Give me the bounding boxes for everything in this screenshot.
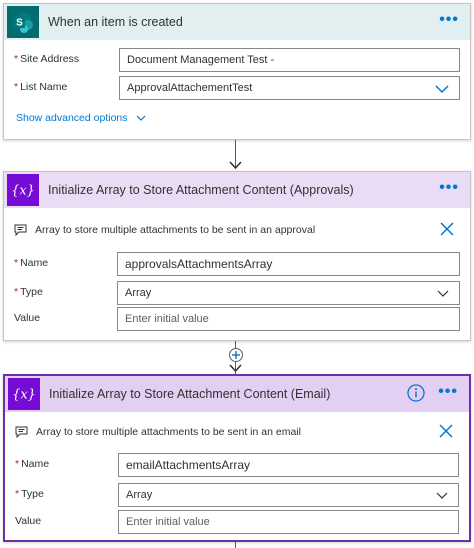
approvals-name-label: * Name — [14, 257, 49, 269]
approvals-array-card[interactable]: {x} Initialize Array to Store Attachment… — [3, 171, 471, 341]
svg-text:{x}: {x} — [11, 184, 35, 199]
add-step-icon[interactable] — [229, 348, 243, 362]
email-name-input[interactable]: emailAttachmentsArray — [118, 453, 459, 477]
email-name-row: * Name emailAttachmentsArray — [15, 453, 459, 477]
arrow-down-icon — [229, 364, 242, 373]
email-type-label: * Type — [15, 488, 44, 500]
site-address-input[interactable]: Document Management Test - — [119, 48, 460, 72]
close-icon[interactable] — [439, 424, 453, 438]
chevron-down-icon[interactable] — [436, 492, 448, 500]
email-value-row: Value Enter initial value — [15, 510, 459, 534]
site-address-row: * Site Address Document Management Test - — [14, 48, 460, 72]
list-name-row: * List Name ApprovalAttachementTest — [14, 76, 460, 100]
svg-text:S: S — [16, 18, 23, 29]
arrow-down-icon — [229, 161, 242, 170]
comment-icon — [15, 426, 28, 438]
comment-icon — [14, 224, 27, 236]
email-value-label: Value — [15, 515, 42, 527]
more-options-icon[interactable]: ••• — [438, 384, 458, 400]
approvals-name-input[interactable]: approvalsAttachmentsArray — [117, 252, 460, 276]
email-type-value: Array — [126, 489, 153, 501]
trigger-title: When an item is created — [48, 15, 183, 29]
approvals-value-placeholder: Enter initial value — [125, 313, 209, 325]
email-comment-row: Array to store multiple attachments to b… — [15, 421, 459, 443]
approvals-name-value: approvalsAttachmentsArray — [125, 257, 273, 271]
chevron-down-icon[interactable] — [437, 290, 449, 298]
approvals-type-value: Array — [125, 287, 152, 299]
email-type-row: * Type Array — [15, 483, 459, 507]
show-advanced-options-label: Show advanced options — [16, 112, 128, 124]
email-title: Initialize Array to Store Attachment Con… — [49, 387, 331, 401]
approvals-type-row: * Type Array — [14, 281, 460, 305]
approvals-title: Initialize Array to Store Attachment Con… — [48, 183, 354, 197]
approvals-type-label: * Type — [14, 286, 43, 298]
more-options-icon[interactable]: ••• — [439, 12, 459, 28]
info-icon[interactable] — [407, 384, 425, 402]
chevron-down-icon — [136, 115, 145, 121]
site-address-value: Document Management Test - — [127, 54, 275, 66]
approvals-value-input[interactable]: Enter initial value — [117, 307, 460, 331]
email-value-input[interactable]: Enter initial value — [118, 510, 459, 534]
approvals-comment-row: Array to store multiple attachments to b… — [14, 219, 460, 241]
email-header[interactable]: {x} Initialize Array to Store Attachment… — [5, 376, 469, 412]
show-advanced-options-link[interactable]: Show advanced options — [16, 112, 146, 124]
more-options-icon[interactable]: ••• — [439, 180, 459, 196]
connector-line — [235, 542, 236, 548]
chevron-down-icon[interactable] — [435, 84, 449, 94]
list-name-value: ApprovalAttachementTest — [127, 82, 253, 94]
approvals-comment-text[interactable]: Array to store multiple attachments to b… — [35, 224, 315, 236]
approvals-value-row: Value Enter initial value — [14, 307, 460, 331]
site-address-label: * Site Address — [14, 53, 80, 65]
email-name-label: * Name — [15, 458, 50, 470]
email-type-dropdown[interactable]: Array — [118, 483, 459, 507]
email-value-placeholder: Enter initial value — [126, 516, 210, 528]
variable-icon: {x} — [8, 378, 40, 410]
svg-text:{x}: {x} — [12, 388, 36, 403]
email-name-value: emailAttachmentsArray — [126, 458, 251, 472]
approvals-type-dropdown[interactable]: Array — [117, 281, 460, 305]
close-icon[interactable] — [440, 222, 454, 236]
approvals-name-row: * Name approvalsAttachmentsArray — [14, 252, 460, 276]
trigger-card[interactable]: S When an item is created ••• * Site Addr… — [3, 3, 471, 140]
trigger-header[interactable]: S When an item is created ••• — [4, 4, 470, 40]
approvals-value-label: Value — [14, 312, 41, 324]
variable-icon: {x} — [7, 174, 39, 206]
email-comment-text[interactable]: Array to store multiple attachments to b… — [36, 426, 301, 438]
approvals-header[interactable]: {x} Initialize Array to Store Attachment… — [4, 172, 470, 208]
list-name-dropdown[interactable]: ApprovalAttachementTest — [119, 76, 460, 100]
sharepoint-icon: S — [7, 6, 39, 38]
email-array-card[interactable]: {x} Initialize Array to Store Attachment… — [3, 374, 471, 542]
list-name-label: * List Name — [14, 81, 68, 93]
